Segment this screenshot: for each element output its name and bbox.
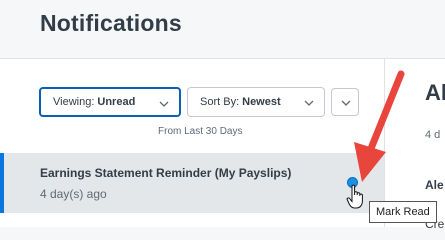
- viewing-filter-label: Viewing:: [53, 96, 95, 108]
- viewing-filter-value: Unread: [97, 96, 136, 108]
- notification-time: 4 day(s) ago: [40, 187, 107, 201]
- chevron-down-icon: [304, 100, 314, 106]
- detail-meta: 4 d: [425, 129, 441, 141]
- chevron-down-icon: [159, 101, 169, 107]
- sort-by-label: Sort By:: [200, 96, 240, 108]
- hand-pointer-icon: [346, 184, 363, 209]
- notification-item[interactable]: Earnings Statement Reminder (My Payslips…: [0, 153, 384, 213]
- mark-read-tooltip: Mark Read: [369, 201, 437, 223]
- arrow-annotation-icon: [354, 70, 405, 182]
- detail-title: Al: [425, 80, 445, 105]
- selected-indicator: [0, 153, 4, 213]
- notification-title: Earnings Statement Reminder (My Payslips…: [40, 166, 292, 180]
- detail-sender: Ale: [425, 178, 444, 192]
- page-title: Notifications: [40, 10, 182, 36]
- date-range-text: From Last 30 Days: [158, 126, 243, 137]
- viewing-filter-select[interactable]: Viewing: Unread: [39, 87, 181, 117]
- sort-by-value: Newest: [242, 96, 281, 108]
- sort-by-select[interactable]: Sort By: Newest: [187, 87, 325, 117]
